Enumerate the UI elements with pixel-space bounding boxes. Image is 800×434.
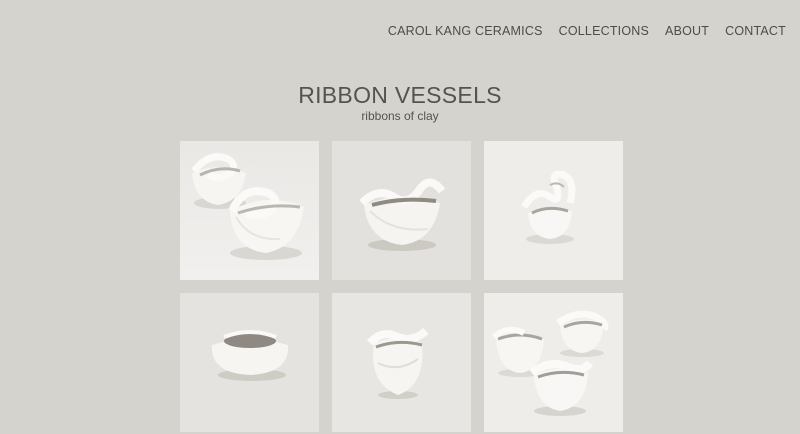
ceramic-photo [332, 293, 471, 432]
nav-about-link[interactable]: ABOUT [665, 24, 709, 38]
gallery-image-6[interactable] [484, 293, 623, 432]
ceramic-photo [484, 141, 623, 280]
ceramic-photo [332, 141, 471, 280]
main-nav: CAROL KANG CERAMICS COLLECTIONS ABOUT CO… [388, 24, 786, 38]
gallery-image-5[interactable] [332, 293, 471, 432]
ceramic-photo [484, 293, 623, 432]
ceramic-photo [180, 293, 319, 432]
gallery-image-3[interactable] [484, 141, 623, 280]
gallery-grid [180, 141, 623, 432]
nav-brand-link[interactable]: CAROL KANG CERAMICS [388, 24, 543, 38]
page-title: RIBBON VESSELS [298, 82, 502, 108]
nav-collections-link[interactable]: COLLECTIONS [559, 24, 649, 38]
gallery-image-1[interactable] [180, 141, 319, 280]
ceramic-photo [180, 141, 319, 280]
nav-contact-link[interactable]: CONTACT [725, 24, 786, 38]
page-subtitle: ribbons of clay [361, 109, 439, 123]
gallery-image-4[interactable] [180, 293, 319, 432]
gallery-image-2[interactable] [332, 141, 471, 280]
